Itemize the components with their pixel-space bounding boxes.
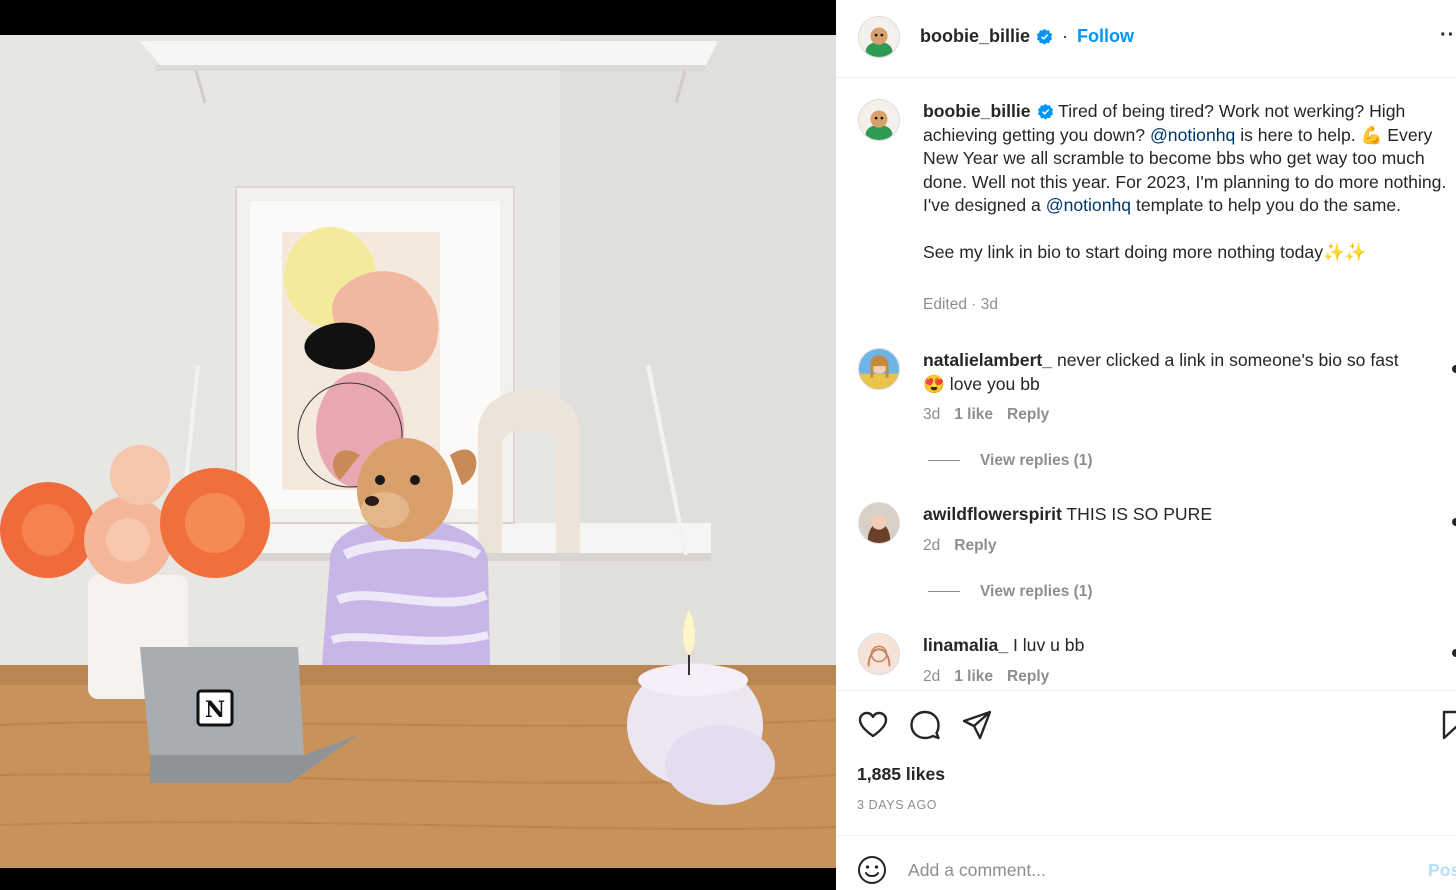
follow-button[interactable]: Follow — [1077, 26, 1134, 47]
likes-count[interactable]: 1,885 likes — [857, 764, 945, 785]
verified-badge-icon — [1036, 28, 1053, 45]
post-header: boobie_billie · Follow ·· — [836, 0, 1456, 78]
comment-username[interactable]: awildflowerspirit — [923, 504, 1062, 524]
comment-meta: 2d 1 like Reply — [923, 668, 1063, 686]
heart-icon[interactable] — [857, 709, 889, 741]
comment-text: natalielambert_ never clicked a link in … — [923, 349, 1423, 396]
comment-likes[interactable]: 1 like — [954, 668, 993, 685]
add-comment-bar: Post — [836, 836, 1456, 890]
comment-like-icon[interactable] — [1452, 365, 1456, 373]
comment-body: I luv u bb — [1012, 635, 1085, 655]
post-actions: 1,885 likes 3 DAYS AGO — [836, 690, 1456, 836]
commenter-avatar[interactable] — [858, 348, 900, 390]
comment-meta: 2d Reply — [923, 537, 1010, 555]
comment-like-icon[interactable] — [1452, 649, 1456, 657]
comment-username[interactable]: linamalia_ — [923, 635, 1008, 655]
comment-body: THIS IS SO PURE — [1066, 504, 1213, 524]
comment-text: awildflowerspirit THIS IS SO PURE — [923, 503, 1423, 527]
mention-link[interactable]: @notionhq — [1046, 195, 1131, 215]
post-sidebar: boobie_billie · Follow ·· boobie_billie … — [836, 0, 1456, 890]
comment-time: 2d — [923, 668, 941, 685]
comment-time: 3d — [923, 406, 941, 423]
more-options-icon[interactable]: ·· — [1440, 24, 1455, 47]
view-replies-button[interactable]: View replies (1) — [928, 452, 1093, 470]
header-separator: · — [1062, 26, 1068, 46]
caption-text-3: template to help you do the same. — [1135, 195, 1402, 215]
comment-text: linamalia_ I luv u bb — [923, 634, 1423, 658]
replies-divider — [928, 460, 960, 462]
author-username[interactable]: boobie_billie — [920, 26, 1053, 47]
reply-button[interactable]: Reply — [1007, 406, 1049, 423]
view-replies-button[interactable]: View replies (1) — [928, 583, 1093, 601]
caption-avatar[interactable] — [858, 99, 900, 141]
comment-input[interactable] — [908, 856, 1408, 884]
comment-time: 2d — [923, 537, 941, 554]
commenter-avatar[interactable] — [858, 502, 900, 544]
caption-username[interactable]: boobie_billie — [923, 101, 1031, 121]
caption-meta: Edited · 3d — [923, 296, 998, 313]
reply-button[interactable]: Reply — [1007, 668, 1049, 685]
caption-text-4: See my link in bio to start doing more n… — [923, 242, 1367, 262]
caption-text: boobie_billie Tired of being tired? Work… — [923, 100, 1448, 265]
laptop-logo: N — [205, 697, 225, 723]
post-comment-button[interactable]: Post — [1428, 860, 1456, 881]
post-media[interactable]: N — [0, 0, 836, 890]
author-avatar[interactable] — [858, 16, 900, 58]
commenter-avatar[interactable] — [858, 633, 900, 675]
mention-link[interactable]: @notionhq — [1150, 125, 1235, 145]
bookmark-icon[interactable] — [1440, 709, 1456, 741]
top-shelf — [140, 41, 718, 65]
comment-like-icon[interactable] — [1452, 518, 1456, 526]
comment-likes[interactable]: 1 like — [954, 406, 993, 423]
share-icon[interactable] — [961, 709, 993, 741]
verified-badge-icon — [1037, 103, 1054, 120]
post-timestamp: 3 DAYS AGO — [857, 798, 938, 812]
comment-username[interactable]: natalielambert_ — [923, 350, 1052, 370]
replies-divider — [928, 591, 960, 593]
comment-meta: 3d 1 like Reply — [923, 406, 1063, 424]
comment-icon[interactable] — [909, 709, 941, 741]
reply-button[interactable]: Reply — [954, 537, 996, 554]
post-image[interactable]: N — [0, 35, 836, 868]
emoji-icon[interactable] — [857, 855, 887, 885]
